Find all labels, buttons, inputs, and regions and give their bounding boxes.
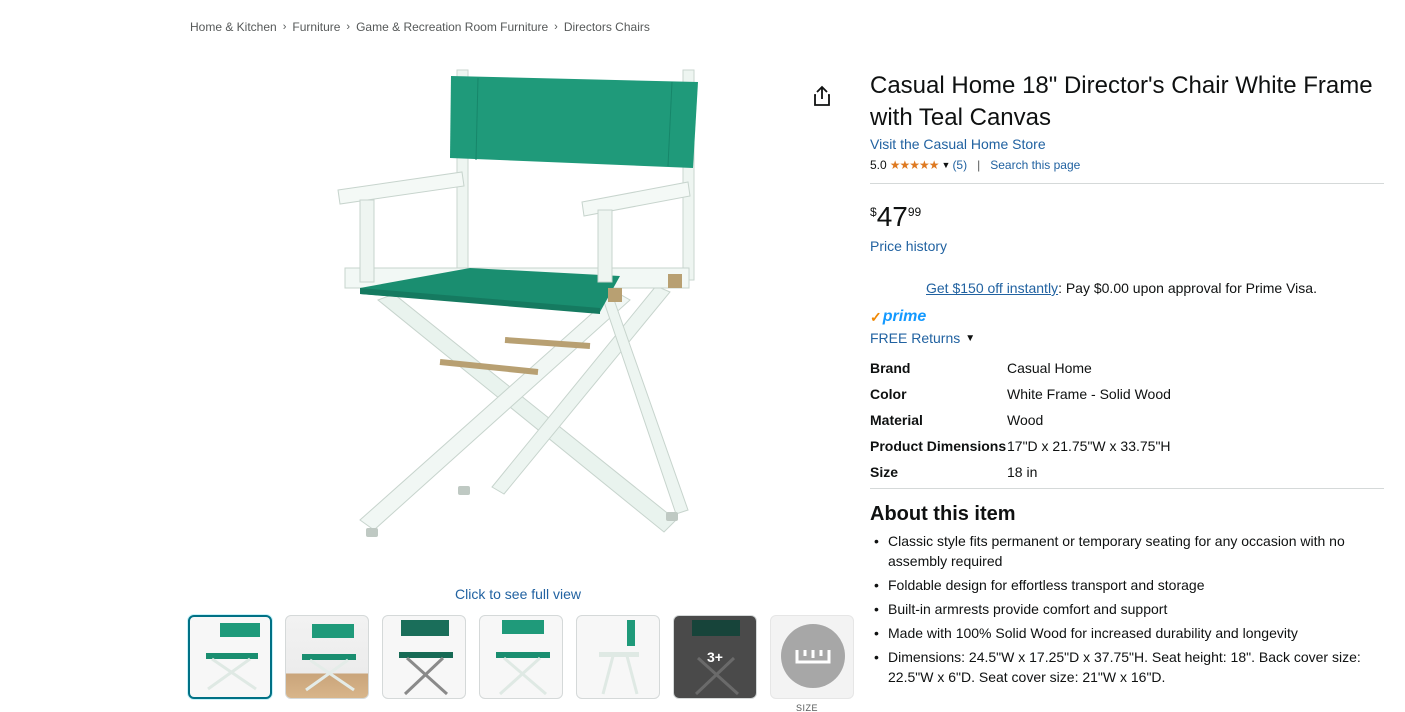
about-bullets: Classic style fits permanent or temporar…: [870, 531, 1384, 687]
thumbnail-chair-image: [496, 620, 550, 696]
prime-badge: ✓ prime: [870, 308, 1384, 326]
star-icon: ★: [918, 158, 930, 172]
spec-value: 18 in: [1007, 464, 1038, 480]
spec-value: 17"D x 21.75"W x 33.75"H: [1007, 438, 1171, 454]
breadcrumb-separator: ›: [346, 21, 351, 33]
click-full-view-link[interactable]: Click to see full view: [455, 586, 581, 602]
chevron-down-icon[interactable]: ▼: [942, 160, 951, 170]
spec-value: Wood: [1007, 412, 1044, 428]
spec-key: Material: [870, 412, 923, 428]
thumbnail-1[interactable]: [188, 615, 272, 699]
spec-row-dimensions: Product Dimensions 17"D x 21.75"W x 33.7…: [870, 436, 1384, 456]
free-returns-label: FREE Returns: [870, 330, 961, 346]
thumbnail-4[interactable]: [479, 615, 563, 699]
spec-key: Color: [870, 386, 907, 402]
prime-visa-promo: Get $150 off instantly: Pay $0.00 upon a…: [870, 280, 1384, 296]
chair-illustration: [337, 69, 698, 537]
star-rating-icon[interactable]: ★ ★ ★ ★ ★: [889, 158, 940, 172]
star-icon: ★: [899, 158, 910, 172]
promo-text: : Pay $0.00 upon approval for Prime Visa…: [1058, 280, 1317, 296]
about-bullet: Dimensions: 24.5"W x 17.25"D x 37.75"H. …: [870, 647, 1384, 687]
spec-row-material: Material Wood: [870, 410, 1384, 430]
prime-check-icon: ✓: [870, 308, 882, 325]
free-returns-link[interactable]: FREE Returns ▼: [870, 330, 1384, 346]
about-bullet: Built-in armrests provide comfort and su…: [870, 599, 1384, 619]
product-specs-table: Brand Casual Home Color White Frame - So…: [870, 358, 1384, 482]
thumbnail-2[interactable]: [285, 615, 369, 699]
more-images-count: 3+: [707, 649, 723, 665]
thumbnail-chair-side-image: [599, 620, 639, 695]
about-bullet: Foldable design for effortless transport…: [870, 575, 1384, 595]
spec-value: White Frame - Solid Wood: [1007, 386, 1171, 402]
price-whole: 47: [876, 201, 908, 232]
star-icon: ★: [889, 158, 901, 172]
breadcrumb: Home & Kitchen › Furniture › Game & Recr…: [190, 20, 650, 34]
price: $ 47 99: [870, 202, 1384, 232]
spec-key: Size: [870, 464, 899, 480]
review-count-link[interactable]: (5): [952, 158, 967, 172]
product-title: Casual Home 18" Director's Chair White F…: [870, 72, 1373, 131]
thumbnail-5[interactable]: [576, 615, 660, 699]
chevron-down-icon: ▼: [965, 332, 976, 344]
breadcrumb-game-room-furniture[interactable]: Game & Recreation Room Furniture: [356, 20, 548, 34]
size-thumbnail-label: SIZE: [796, 703, 819, 712]
about-bullet: Made with 100% Solid Wood for increased …: [870, 623, 1384, 643]
thumbnail-chair-image: [399, 620, 453, 696]
section-divider: [870, 488, 1384, 489]
section-divider: [870, 183, 1384, 184]
price-fraction: 99: [907, 205, 922, 219]
product-details-column: Casual Home 18" Director's Chair White F…: [870, 70, 1384, 691]
ruler-icon: [781, 624, 845, 688]
about-this-item-heading: About this item: [870, 503, 1016, 525]
about-bullet: Classic style fits permanent or temporar…: [870, 531, 1384, 571]
spec-value: Casual Home: [1007, 360, 1092, 376]
thumbnail-size-chart[interactable]: [770, 615, 854, 699]
star-icon: ★: [928, 158, 940, 172]
spec-row-color: Color White Frame - Solid Wood: [870, 384, 1384, 404]
rating-value: 5.0: [870, 158, 887, 172]
breadcrumb-separator: ›: [282, 21, 287, 33]
thumbnail-chair-image: [302, 624, 356, 692]
spec-row-brand: Brand Casual Home: [870, 358, 1384, 378]
thumbnail-strip: 3+: [188, 615, 854, 699]
rating-row: 5.0 ★ ★ ★ ★ ★ ▼ (5) | Search this page: [870, 157, 1384, 173]
thumbnail-3[interactable]: [382, 615, 466, 699]
breadcrumb-directors-chairs[interactable]: Directors Chairs: [564, 20, 650, 34]
spec-key: Product Dimensions: [870, 438, 1007, 454]
spec-row-size: Size 18 in: [870, 462, 1384, 482]
star-icon: ★: [909, 158, 920, 172]
promo-link[interactable]: Get $150 off instantly: [926, 280, 1058, 296]
divider-pipe: |: [977, 158, 981, 172]
search-this-page-link[interactable]: Search this page: [990, 158, 1080, 172]
main-product-image[interactable]: [300, 62, 730, 582]
breadcrumb-separator: ›: [554, 21, 558, 33]
breadcrumb-furniture[interactable]: Furniture: [292, 20, 340, 34]
spec-key: Brand: [870, 360, 911, 376]
breadcrumb-home-kitchen[interactable]: Home & Kitchen: [190, 20, 277, 34]
thumbnail-more[interactable]: 3+: [673, 615, 757, 699]
prime-logo: prime: [882, 308, 927, 325]
price-history-link[interactable]: Price history: [870, 238, 1384, 254]
price-symbol: $: [870, 205, 877, 219]
share-icon[interactable]: [812, 85, 832, 107]
thumbnail-chair-image: [206, 623, 260, 691]
store-link[interactable]: Visit the Casual Home Store: [870, 136, 1384, 152]
